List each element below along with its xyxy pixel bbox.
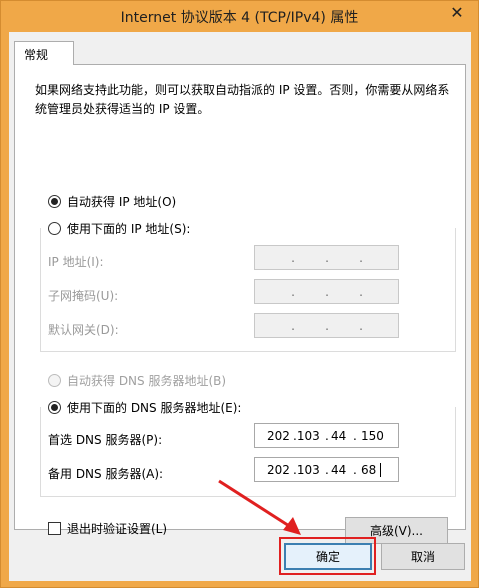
alternate-dns-label: 备用 DNS 服务器(A): <box>48 467 164 481</box>
subnet-mask-dot-3: . <box>359 285 363 299</box>
dialog-client-area: 常规 如果网络支持此功能，则可以获取自动指派的 IP 设置。否则，你需要从网络系… <box>9 32 471 581</box>
general-tab-panel: 如果网络支持此功能，则可以获取自动指派的 IP 设置。否则，你需要从网络系统管理… <box>14 64 466 544</box>
alternate-dns-octet-2: .103 <box>293 463 320 477</box>
cancel-button[interactable]: 取消 <box>381 543 465 570</box>
alternate-dns-dot-4: . <box>353 463 357 477</box>
preferred-dns-label: 首选 DNS 服务器(P): <box>48 433 163 447</box>
default-gateway-field[interactable]: . . . <box>254 313 399 338</box>
default-gateway-dot-1: . <box>291 319 295 333</box>
alternate-dns-field[interactable]: 202 .103 . 44 . 68 <box>254 457 399 482</box>
ip-address-dot-3: . <box>359 251 363 265</box>
radio-auto-ip[interactable]: 自动获得 IP 地址(O) <box>48 193 176 210</box>
text-caret <box>380 463 381 477</box>
tab-general[interactable]: 常规 <box>14 41 74 65</box>
radio-auto-dns-label: 自动获得 DNS 服务器地址(B) <box>67 374 227 388</box>
preferred-dns-octet-1: 202 <box>267 429 290 443</box>
preferred-dns-field[interactable]: 202 .103 . 44 . 150 <box>254 423 399 448</box>
subnet-mask-dot-1: . <box>291 285 295 299</box>
validate-on-exit-checkbox[interactable]: 退出时验证设置(L) <box>48 520 167 537</box>
ip-address-field[interactable]: . . . <box>254 245 399 270</box>
default-gateway-label: 默认网关(D): <box>48 323 119 337</box>
preferred-dns-dot-4: . <box>353 429 357 443</box>
validate-on-exit-label: 退出时验证设置(L) <box>67 522 168 536</box>
subnet-mask-label: 子网掩码(U): <box>48 289 119 303</box>
validate-on-exit-box <box>48 522 61 535</box>
alternate-dns-dot-3: . <box>325 463 329 477</box>
dialog-window: Internet 协议版本 4 (TCP/IPv4) 属性 ✕ 常规 如果网络支… <box>0 0 479 588</box>
alternate-dns-octet-4: 68 <box>361 463 377 477</box>
close-icon: ✕ <box>450 2 464 22</box>
description-text: 如果网络支持此功能，则可以获取自动指派的 IP 设置。否则，你需要从网络系统管理… <box>35 83 450 116</box>
ip-address-dot-2: . <box>325 251 329 265</box>
default-gateway-dot-3: . <box>359 319 363 333</box>
preferred-dns-octet-4: 150 <box>361 429 384 443</box>
alternate-dns-octet-3: 44 <box>331 463 347 477</box>
close-button[interactable]: ✕ <box>441 1 473 23</box>
window-title: Internet 协议版本 4 (TCP/IPv4) 属性 <box>120 10 359 26</box>
ip-address-label: IP 地址(I): <box>48 255 104 269</box>
preferred-dns-octet-3: 44 <box>331 429 347 443</box>
manual-dns-group <box>40 407 456 497</box>
radio-auto-ip-label: 自动获得 IP 地址(O) <box>67 195 177 209</box>
default-gateway-dot-2: . <box>325 319 329 333</box>
alternate-dns-octet-1: 202 <box>267 463 290 477</box>
radio-auto-ip-indicator <box>48 195 61 208</box>
preferred-dns-dot-3: . <box>325 429 329 443</box>
preferred-dns-octet-2: .103 <box>293 429 320 443</box>
ok-button-highlight <box>279 537 376 575</box>
ip-address-dot-1: . <box>291 251 295 265</box>
title-bar[interactable]: Internet 协议版本 4 (TCP/IPv4) 属性 ✕ <box>1 1 478 32</box>
radio-auto-dns[interactable]: 自动获得 DNS 服务器地址(B) <box>48 372 226 389</box>
radio-auto-dns-indicator <box>48 374 61 387</box>
subnet-mask-dot-2: . <box>325 285 329 299</box>
subnet-mask-field[interactable]: . . . <box>254 279 399 304</box>
